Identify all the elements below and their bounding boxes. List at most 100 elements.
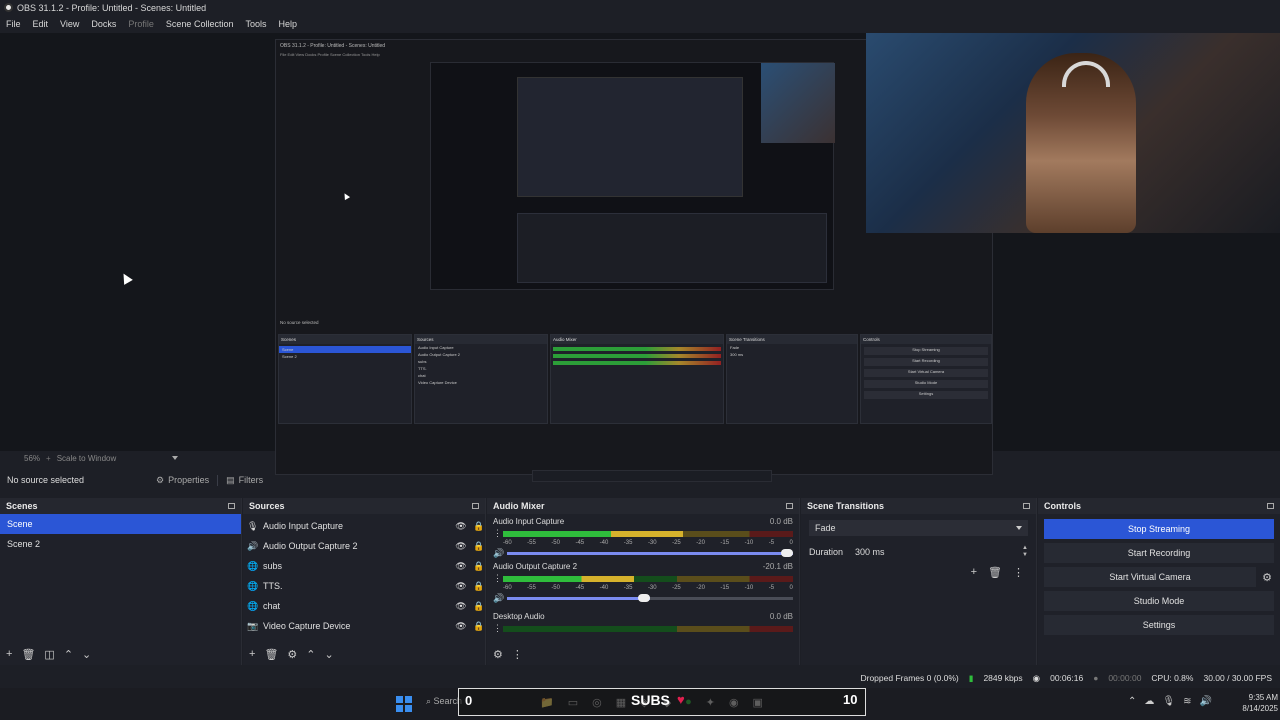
meter-fill <box>503 575 634 582</box>
add-source-icon[interactable]: + <box>249 648 255 660</box>
menu-view[interactable]: View <box>60 19 79 29</box>
mixer-channel: Audio Input Capture 0.0 dB ⋮ -60 -55 -50 -4… <box>487 514 799 559</box>
controls-header: Controls <box>1038 498 1280 514</box>
taskbar-clock[interactable]: 9:35 AM 8/14/2025 <box>1234 692 1278 714</box>
duration-input[interactable]: 300 ms <box>855 544 1023 560</box>
overlay-count: 10 <box>843 692 858 707</box>
eye-icon[interactable]: 👁 <box>455 581 467 592</box>
undock-icon[interactable] <box>786 503 793 509</box>
source-item[interactable]: 🌐 chat 👁 🔒 <box>243 596 485 616</box>
mixer-settings-icon[interactable]: ⚙ <box>493 648 503 661</box>
scale-tick-label: -15 <box>720 540 730 546</box>
menu-help[interactable]: Help <box>278 19 297 29</box>
lock-icon[interactable]: 🔒 <box>473 621 485 632</box>
slider-knob[interactable] <box>638 594 650 602</box>
source-item[interactable]: 🌐 TTS. 👁 🔒 <box>243 576 485 596</box>
mic-tray-icon[interactable]: 🎙 <box>1162 696 1175 707</box>
channel-menu-icon[interactable]: ⋮ <box>493 623 502 634</box>
remove-transition-icon[interactable]: 🗑 <box>988 566 1002 579</box>
slider-knob[interactable] <box>781 549 793 557</box>
mixer-title: Audio Mixer <box>493 501 545 511</box>
source-item[interactable]: 🎙 Audio Input Capture 👁 🔒 <box>243 516 485 536</box>
scale-tick-label: 0 <box>789 540 793 546</box>
windows-start-icon[interactable] <box>396 696 412 712</box>
chevron-up-icon[interactable]: ⌃ <box>1128 696 1136 707</box>
scene-filters-icon[interactable]: ◫ <box>44 648 54 661</box>
channel-menu-icon[interactable]: ⋮ <box>493 573 502 584</box>
slider-track <box>507 552 793 555</box>
undock-icon[interactable] <box>1267 503 1274 509</box>
source-properties-icon[interactable]: ⚙ <box>287 648 297 661</box>
preview-area[interactable]: OBS 31.1.2 - Profile: Untitled - Scenes:… <box>0 33 1280 482</box>
transition-type-select[interactable]: Fade <box>809 520 1028 536</box>
controls-dock: Controls Stop Streaming Start Recording … <box>1038 498 1280 665</box>
filters-button[interactable]: ▤ Filters <box>217 474 271 486</box>
move-up-icon[interactable]: ⌃ <box>306 648 315 661</box>
menu-scene-collection[interactable]: Scene Collection <box>166 19 234 29</box>
volume-slider[interactable] <box>507 549 793 557</box>
lock-icon[interactable]: 🔒 <box>473 601 485 612</box>
studio-mode-button[interactable]: Studio Mode <box>1044 591 1274 611</box>
menu-docks[interactable]: Docks <box>91 19 116 29</box>
move-down-icon[interactable]: ⌄ <box>325 648 334 661</box>
zoom-mode[interactable]: Scale to Window <box>57 454 117 463</box>
eye-icon[interactable]: 👁 <box>455 561 467 572</box>
volume-slider[interactable] <box>507 594 793 602</box>
add-scene-icon[interactable]: + <box>6 648 12 660</box>
menu-file[interactable]: File <box>6 19 21 29</box>
mute-speaker-icon[interactable]: 🔊 <box>493 548 504 559</box>
eye-icon[interactable]: 👁 <box>455 601 467 612</box>
undock-icon[interactable] <box>1023 503 1030 509</box>
source-item[interactable]: 🌐 subs 👁 🔒 <box>243 556 485 576</box>
lock-icon[interactable]: 🔒 <box>473 541 485 552</box>
source-item[interactable]: 📷 Video Capture Device 👁 🔒 <box>243 616 485 636</box>
lock-icon[interactable]: 🔒 <box>473 561 485 572</box>
eye-icon[interactable]: 👁 <box>455 541 467 552</box>
scenes-list: Scene Scene 2 <box>0 514 241 554</box>
nested-inner-dock <box>517 213 827 283</box>
lock-icon[interactable]: 🔒 <box>473 521 485 532</box>
remove-scene-icon[interactable]: 🗑 <box>21 648 35 661</box>
volume-icon[interactable]: 🔊 <box>1199 696 1211 707</box>
add-transition-icon[interactable]: + <box>971 566 977 579</box>
taskbar-search[interactable]: ⌕ Search <box>426 696 462 707</box>
scale-tick-label: -45 <box>575 585 585 591</box>
controls-title: Controls <box>1044 501 1081 511</box>
menu-profile[interactable]: Profile <box>128 19 154 29</box>
undock-icon[interactable] <box>228 503 235 509</box>
chevron-down-icon[interactable] <box>172 456 179 460</box>
properties-button[interactable]: ⚙ Properties <box>148 475 217 486</box>
scene-item-scene-2[interactable]: Scene 2 <box>0 534 241 554</box>
move-up-icon[interactable]: ⌃ <box>64 648 73 661</box>
duration-label: Duration <box>809 547 844 557</box>
move-down-icon[interactable]: ⌄ <box>82 648 91 661</box>
gear-icon[interactable]: ⚙ <box>1260 571 1274 584</box>
undock-icon[interactable] <box>472 503 479 509</box>
zoom-in-icon[interactable]: + <box>46 454 51 463</box>
wifi-icon[interactable]: ≋ <box>1183 696 1191 707</box>
more-options-icon[interactable]: ⋮ <box>512 648 523 661</box>
eye-icon[interactable]: 👁 <box>455 521 467 532</box>
menu-tools[interactable]: Tools <box>245 19 266 29</box>
meter-fill <box>503 530 683 537</box>
scale-tick-label: -5 <box>768 585 775 591</box>
mute-speaker-icon[interactable]: 🔊 <box>493 593 504 604</box>
stream-time: 00:06:16 <box>1050 673 1084 683</box>
remove-source-icon[interactable]: 🗑 <box>264 648 278 661</box>
channel-menu-icon[interactable]: ⋮ <box>493 528 502 539</box>
start-virtual-camera-button[interactable]: Start Virtual Camera <box>1044 567 1256 587</box>
lock-icon[interactable]: 🔒 <box>473 581 485 592</box>
eye-icon[interactable]: 👁 <box>455 621 467 632</box>
zoom-level[interactable]: 56% <box>24 454 40 463</box>
window-title: OBS 31.1.2 - Profile: Untitled - Scenes:… <box>17 2 207 13</box>
source-item[interactable]: 🔊 Audio Output Capture 2 👁 🔒 <box>243 536 485 556</box>
duration-stepper-icon[interactable]: ▲ ▼ <box>1022 545 1028 559</box>
transition-menu-icon[interactable]: ⋮ <box>1013 566 1024 579</box>
settings-button[interactable]: Settings <box>1044 615 1274 635</box>
scene-item-scene[interactable]: Scene <box>0 514 241 534</box>
channel-db: 0.0 dB <box>769 517 793 526</box>
stop-streaming-button[interactable]: Stop Streaming <box>1044 519 1274 539</box>
menu-edit[interactable]: Edit <box>33 19 49 29</box>
cloud-icon[interactable]: ☁ <box>1144 696 1154 707</box>
start-recording-button[interactable]: Start Recording <box>1044 543 1274 563</box>
